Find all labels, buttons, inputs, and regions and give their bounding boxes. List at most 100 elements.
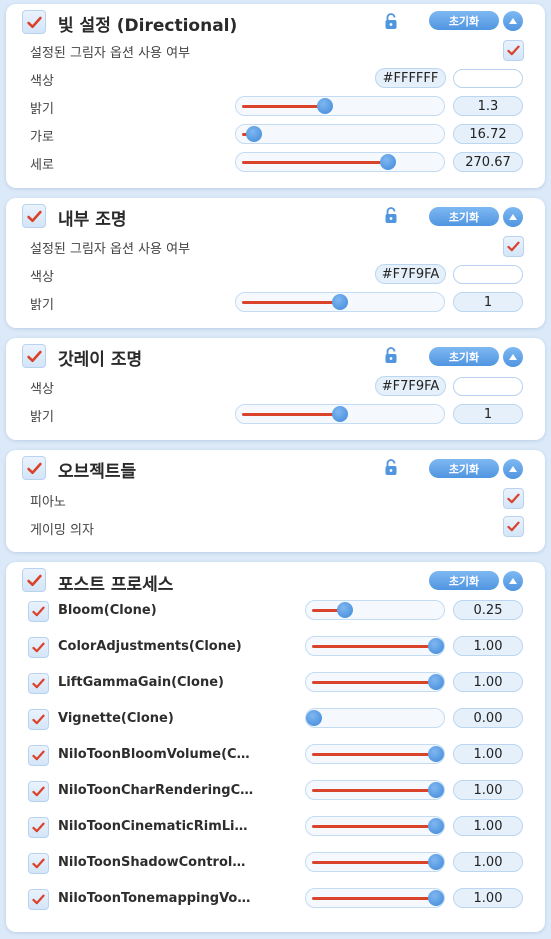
godray-title: 갓레이 조명 xyxy=(58,350,143,370)
lock-icon[interactable] xyxy=(384,459,398,476)
post-process-item-label: Bloom(Clone) xyxy=(58,603,157,618)
directional-enable-checkbox[interactable] xyxy=(22,10,46,34)
post-process-item-value-field[interactable]: 1.00 xyxy=(453,636,523,656)
object-item-chair-checkbox[interactable] xyxy=(503,516,524,537)
color-swatch[interactable] xyxy=(453,377,523,396)
post-process-item-value-field[interactable]: 1.00 xyxy=(453,852,523,872)
use-shadow-checkbox[interactable] xyxy=(503,236,524,257)
use-shadow-checkbox[interactable] xyxy=(503,40,524,61)
brightness-slider[interactable] xyxy=(235,292,445,312)
post-process-item-slider[interactable] xyxy=(305,852,445,872)
post-process-item-value-field[interactable]: 1.00 xyxy=(453,888,523,908)
slider-handle[interactable] xyxy=(245,126,262,142)
objects-title: 오브젝트들 xyxy=(58,462,137,482)
color-swatch[interactable] xyxy=(453,69,523,88)
color-label: 색상 xyxy=(30,382,54,397)
horizontal-value-field[interactable]: 16.72 xyxy=(453,124,523,144)
brightness-value-field[interactable]: 1 xyxy=(453,404,523,424)
godray-reset-button[interactable]: 초기화 xyxy=(429,347,499,366)
post-process-item-label: Vignette(Clone) xyxy=(58,711,174,726)
slider-handle[interactable] xyxy=(306,710,322,726)
post-process-item-checkbox[interactable] xyxy=(28,745,49,766)
directional-light-panel: 빛 설정 (Directional) 초기화 설정된 그림자 옵션 사용 여부 … xyxy=(6,4,545,188)
slider-handle[interactable] xyxy=(380,154,396,170)
post-process-item-slider[interactable] xyxy=(305,600,445,620)
post-process-item-label: NiloToonTonemappingVol… xyxy=(58,891,254,906)
post-process-item-value-field[interactable]: 0.25 xyxy=(453,600,523,620)
slider-handle[interactable] xyxy=(332,294,348,310)
post-process-item-checkbox[interactable] xyxy=(28,781,49,802)
post-process-item-label: NiloToonBloomVolume(Cl… xyxy=(58,747,254,762)
post-process-item-value-field[interactable]: 1.00 xyxy=(453,744,523,764)
color-hex-field[interactable]: #F7F9FA xyxy=(375,376,446,396)
lock-icon[interactable] xyxy=(384,13,398,30)
post-process-item-checkbox[interactable] xyxy=(28,673,49,694)
brightness-value-field[interactable]: 1.3 xyxy=(453,96,523,116)
post-process-item-label: ColorAdjustments(Clone) xyxy=(58,639,242,654)
objects-collapse-button[interactable] xyxy=(503,459,523,479)
post-process-reset-button[interactable]: 초기화 xyxy=(429,571,499,590)
slider-handle[interactable] xyxy=(316,98,333,114)
slider-handle[interactable] xyxy=(428,638,444,654)
post-process-item-checkbox[interactable] xyxy=(28,601,49,622)
post-process-item-checkbox[interactable] xyxy=(28,889,49,910)
objects-enable-checkbox[interactable] xyxy=(22,456,46,480)
post-process-item-checkbox[interactable] xyxy=(28,817,49,838)
interior-reset-button[interactable]: 초기화 xyxy=(429,207,499,226)
post-process-item-slider[interactable] xyxy=(305,708,445,728)
post-process-item-value-field[interactable]: 0.00 xyxy=(453,708,523,728)
directional-reset-button[interactable]: 초기화 xyxy=(429,11,499,30)
slider-handle[interactable] xyxy=(428,782,444,798)
objects-panel: 오브젝트들 초기화 피아노 게이밍 의자 xyxy=(6,450,545,552)
vertical-value-field[interactable]: 270.67 xyxy=(453,152,523,172)
vertical-slider[interactable] xyxy=(235,152,445,172)
brightness-value-field[interactable]: 1 xyxy=(453,292,523,312)
post-process-item-checkbox[interactable] xyxy=(28,853,49,874)
brightness-label: 밝기 xyxy=(30,102,54,117)
post-process-item-value-field[interactable]: 1.00 xyxy=(453,780,523,800)
post-process-item-slider[interactable] xyxy=(305,888,445,908)
interior-collapse-button[interactable] xyxy=(503,207,523,227)
chevron-up-icon xyxy=(509,214,517,220)
color-label: 색상 xyxy=(30,270,54,285)
godray-enable-checkbox[interactable] xyxy=(22,344,46,368)
directional-collapse-button[interactable] xyxy=(503,11,523,31)
color-hex-field[interactable]: #F7F9FA xyxy=(375,264,446,284)
post-process-item-checkbox[interactable] xyxy=(28,709,49,730)
post-process-item-value-field[interactable]: 1.00 xyxy=(453,672,523,692)
slider-handle[interactable] xyxy=(336,602,353,618)
check-icon xyxy=(26,574,42,586)
post-process-item-slider[interactable] xyxy=(305,816,445,836)
slider-handle[interactable] xyxy=(428,746,444,762)
lock-icon[interactable] xyxy=(384,347,398,364)
slider-handle[interactable] xyxy=(428,854,444,870)
post-process-collapse-button[interactable] xyxy=(503,571,523,591)
brightness-slider[interactable] xyxy=(235,96,445,116)
check-icon xyxy=(507,493,520,504)
check-icon xyxy=(507,45,520,56)
slider-handle[interactable] xyxy=(428,674,444,690)
post-process-item-slider[interactable] xyxy=(305,636,445,656)
check-icon xyxy=(26,16,42,28)
check-icon xyxy=(26,350,42,362)
color-hex-field[interactable]: #FFFFFF xyxy=(375,68,446,88)
horizontal-slider[interactable] xyxy=(235,124,445,144)
post-process-item-slider[interactable] xyxy=(305,744,445,764)
post-process-enable-checkbox[interactable] xyxy=(22,568,46,592)
brightness-slider[interactable] xyxy=(235,404,445,424)
color-label: 색상 xyxy=(30,74,54,89)
brightness-label: 밝기 xyxy=(30,298,54,313)
post-process-item-slider[interactable] xyxy=(305,780,445,800)
godray-collapse-button[interactable] xyxy=(503,347,523,367)
slider-handle[interactable] xyxy=(428,818,444,834)
lock-icon[interactable] xyxy=(384,207,398,224)
post-process-item-checkbox[interactable] xyxy=(28,637,49,658)
post-process-item-slider[interactable] xyxy=(305,672,445,692)
post-process-item-value-field[interactable]: 1.00 xyxy=(453,816,523,836)
slider-handle[interactable] xyxy=(428,890,444,906)
slider-handle[interactable] xyxy=(332,406,348,422)
interior-enable-checkbox[interactable] xyxy=(22,204,46,228)
color-swatch[interactable] xyxy=(453,265,523,284)
objects-reset-button[interactable]: 초기화 xyxy=(429,459,499,478)
object-item-piano-checkbox[interactable] xyxy=(503,488,524,509)
